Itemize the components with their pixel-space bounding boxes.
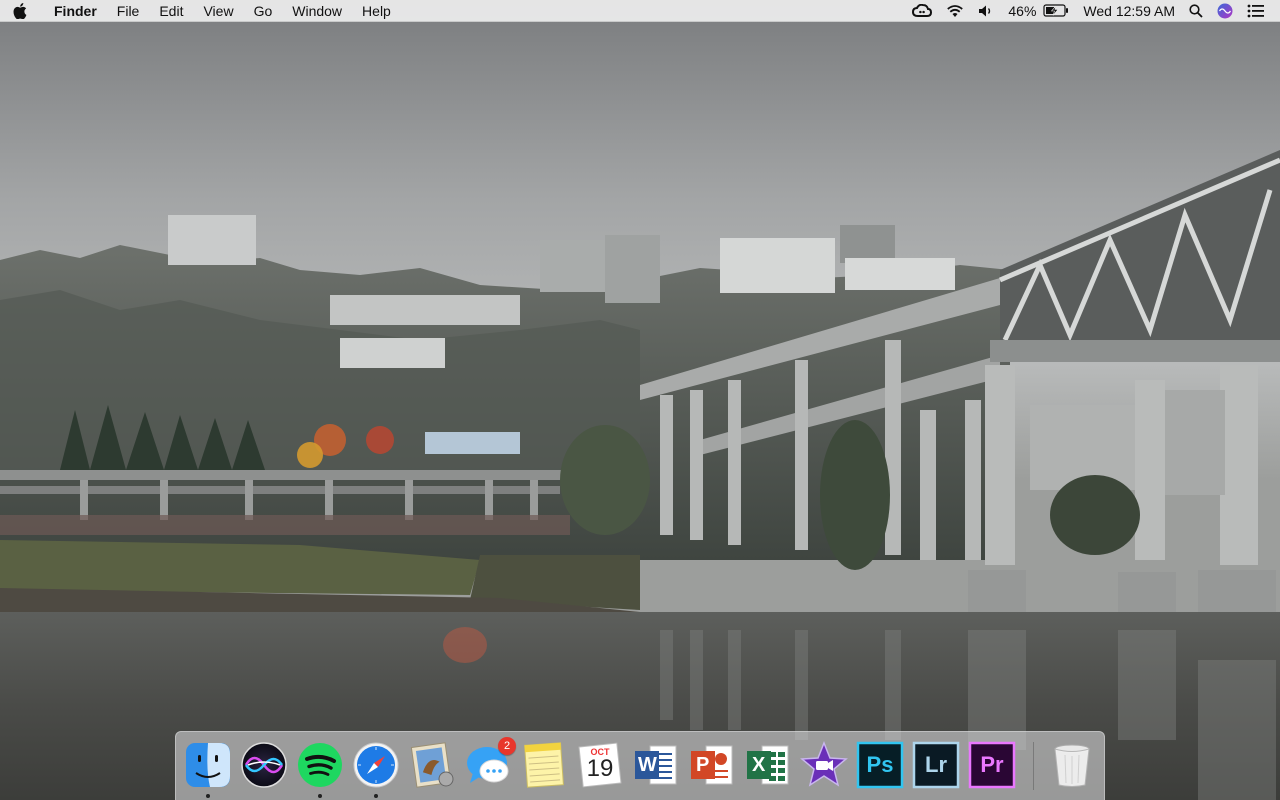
running-indicator-finder [206,794,210,798]
safari-icon [353,742,399,788]
dock-app-siri[interactable] [240,741,288,789]
photoshop-label: Ps [866,752,894,777]
battery-charging-icon[interactable] [1043,0,1076,22]
siri-icon [241,742,287,788]
dock-app-premiere[interactable]: Pr [968,741,1016,789]
dock-trash[interactable] [1048,741,1096,789]
dock-app-messages[interactable]: 2 [464,737,516,789]
dock-app-photoshop[interactable]: Ps [856,741,904,789]
excel-letter: X [752,754,766,776]
apple-menu-icon[interactable] [0,0,40,22]
mail-icon [410,742,454,788]
lightroom-label: Lr [925,752,947,777]
dock-app-safari[interactable] [352,741,400,789]
dock: 2 OCT 19 W P X Ps Lr Pr [175,731,1105,800]
siri-icon[interactable] [1210,0,1240,22]
menu-go[interactable]: Go [244,0,283,22]
finder-icon [186,743,230,787]
notification-center-icon[interactable] [1240,0,1272,22]
word-letter: W [638,754,657,776]
running-indicator-safari [374,794,378,798]
menu-edit[interactable]: Edit [149,0,193,22]
calendar-day: 19 [586,755,614,782]
messages-unread-badge: 2 [498,737,516,755]
dock-app-finder[interactable] [184,741,232,789]
dock-app-mail[interactable] [408,741,456,789]
dock-app-word[interactable]: W [632,741,680,789]
dock-separator [1033,742,1034,790]
menu-window[interactable]: Window [282,0,352,22]
dock-app-powerpoint[interactable]: P [688,741,736,789]
imovie-icon [800,741,848,787]
battery-percent[interactable]: 46% [1001,0,1043,22]
menu-bar: Finder File Edit View Go Window Help 46%… [0,0,1280,22]
dock-app-lightroom[interactable]: Lr [912,741,960,789]
menu-app-finder[interactable]: Finder [40,0,107,22]
trash-icon [1054,744,1090,787]
dock-app-notes[interactable] [520,741,568,789]
dock-app-excel[interactable]: X [744,741,792,789]
powerpoint-letter: P [696,754,710,776]
dock-app-calendar[interactable]: OCT 19 [576,741,624,789]
menu-view[interactable]: View [193,0,243,22]
creative-cloud-icon[interactable] [905,0,939,22]
dock-app-spotify[interactable] [296,741,344,789]
dock-app-imovie[interactable] [800,741,848,789]
running-indicator-spotify [318,794,322,798]
clock[interactable]: Wed 12:59 AM [1076,0,1182,22]
desktop-wallpaper [0,0,1280,800]
wifi-icon[interactable] [939,0,971,22]
spotlight-search-icon[interactable] [1182,0,1210,22]
notes-icon [524,742,564,788]
volume-icon[interactable] [971,0,1001,22]
spotify-icon [298,743,342,787]
premiere-label: Pr [980,752,1004,777]
menu-file[interactable]: File [107,0,150,22]
menu-help[interactable]: Help [352,0,401,22]
